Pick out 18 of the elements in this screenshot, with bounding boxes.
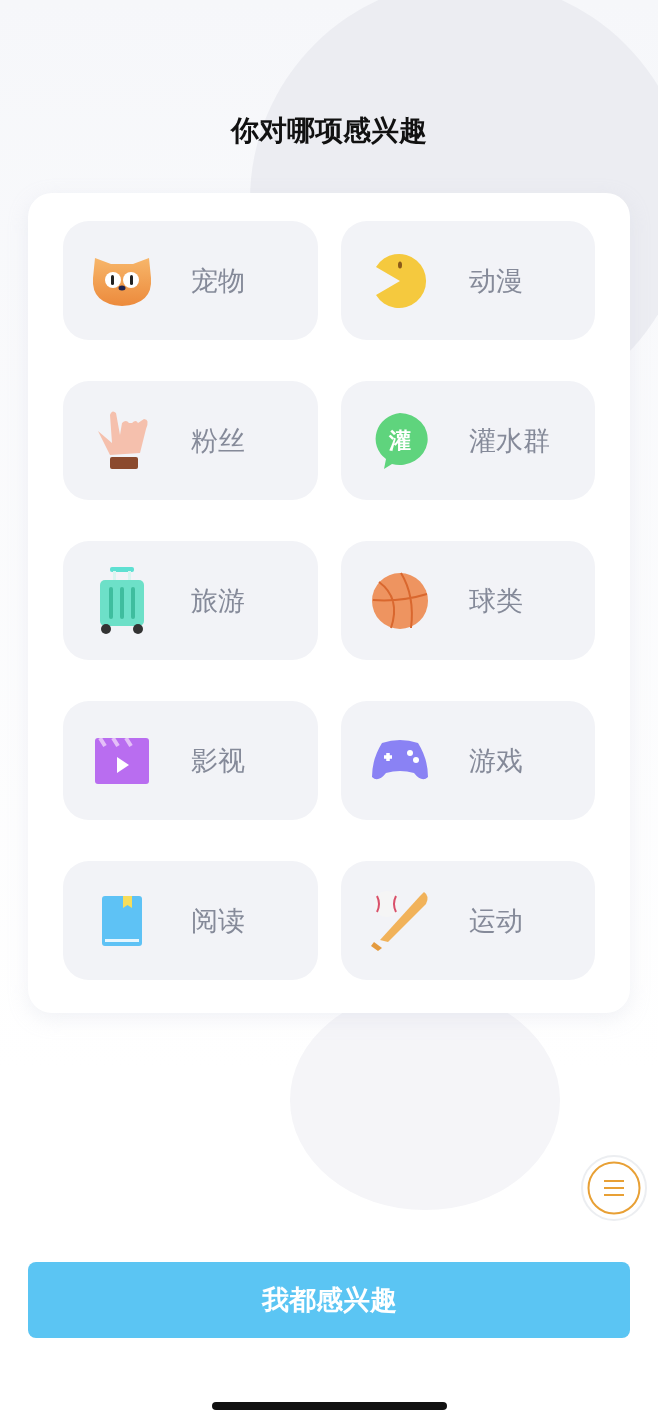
interest-option[interactable]: 宠物 — [63, 221, 318, 340]
interest-option[interactable]: 球类 — [341, 541, 595, 660]
all-interested-button[interactable]: 我都感兴趣 — [28, 1262, 630, 1338]
interest-option[interactable]: 粉丝 — [63, 381, 318, 500]
suitcase-icon — [99, 566, 145, 635]
book-icon — [102, 895, 142, 946]
basketball-icon — [371, 571, 429, 630]
interest-option[interactable]: 动漫 — [341, 221, 595, 340]
page-title: 你对哪项感兴趣 — [231, 113, 427, 149]
interest-option[interactable]: 阅读 — [63, 861, 318, 980]
video-clapper-icon — [95, 737, 149, 784]
interest-option[interactable]: 运动 — [341, 861, 595, 980]
menu-icon — [587, 1161, 641, 1215]
interest-option[interactable]: 影视 — [63, 701, 318, 820]
interest-option[interactable]: 游戏 — [341, 701, 595, 820]
interest-option[interactable]: 灌 灌水群 — [341, 381, 595, 500]
baseball-bat-icon — [370, 889, 430, 952]
interest-option[interactable]: 旅游 — [63, 541, 318, 660]
